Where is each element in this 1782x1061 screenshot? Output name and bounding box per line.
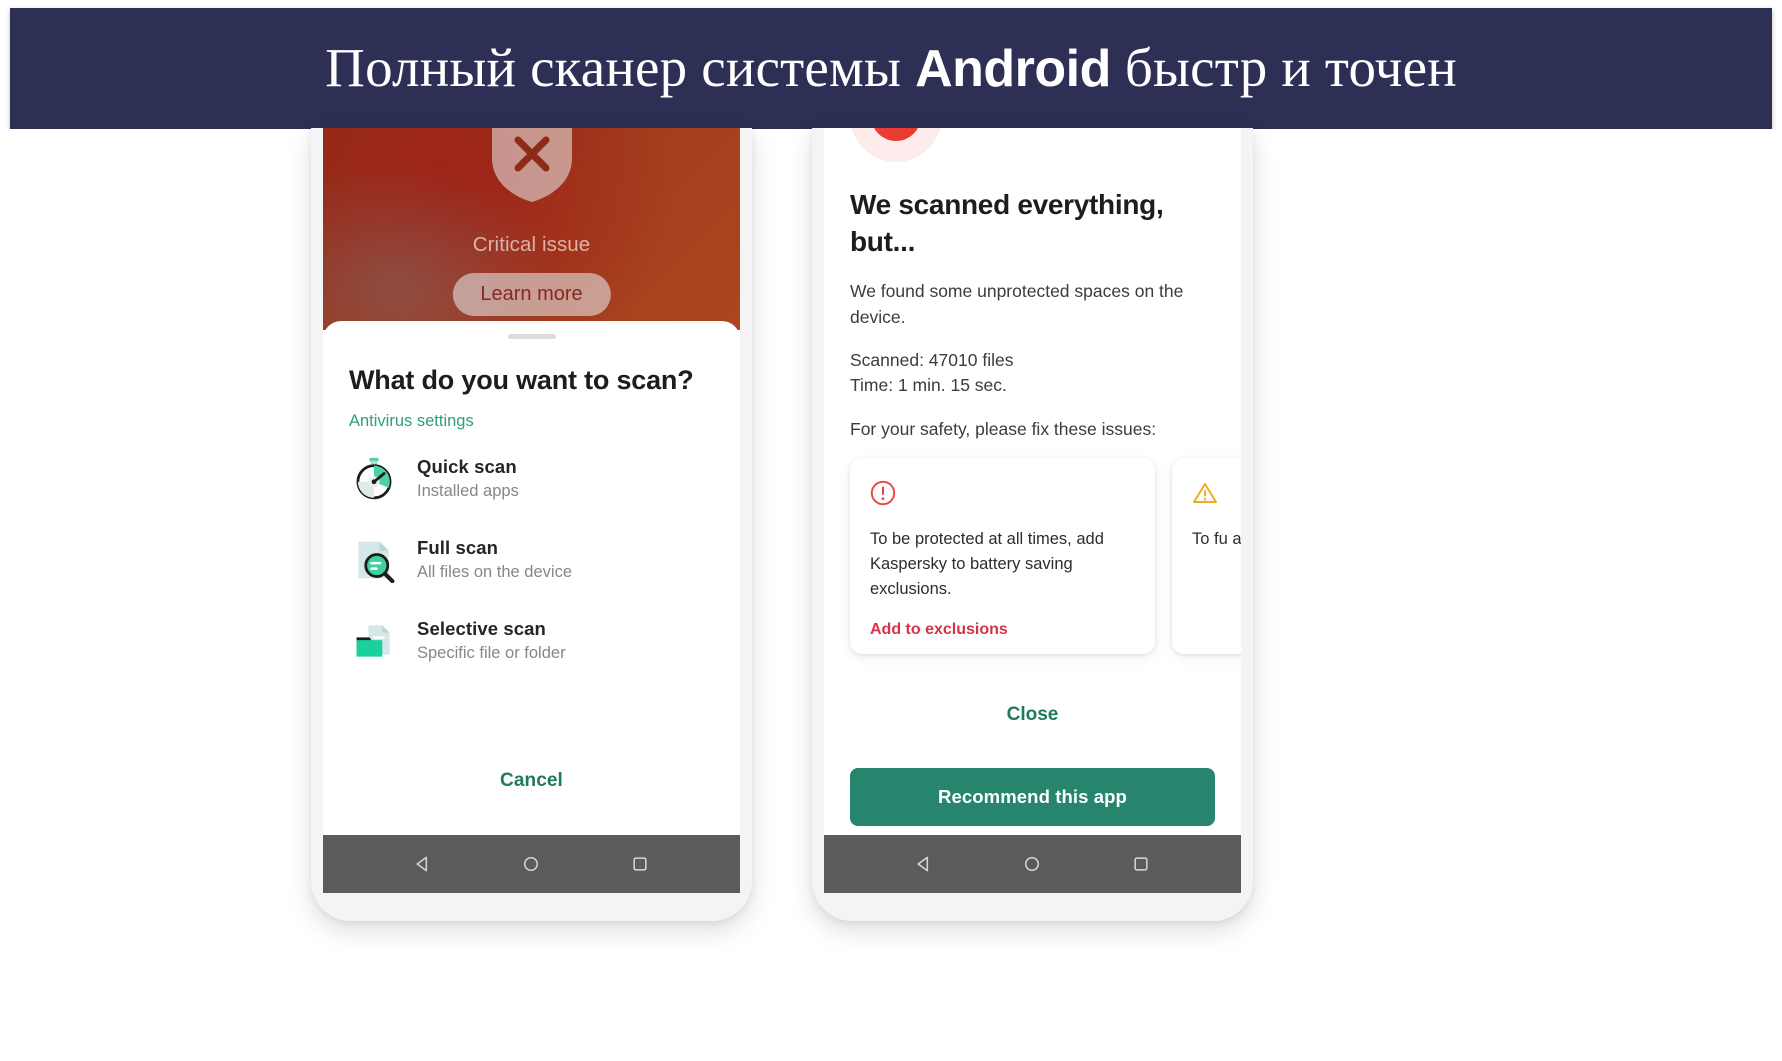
banner-text-after: быстр и точен	[1110, 37, 1457, 99]
banner-brand-android: Android	[915, 40, 1111, 99]
phone-mockup-right: ! We scanned everything, but... We found…	[812, 128, 1253, 921]
sheet-drag-handle[interactable]	[507, 334, 556, 339]
phone-screen-left: Critical issue Learn more What do you wa…	[323, 128, 740, 893]
scan-option-title: Selective scan	[417, 618, 546, 640]
circle-exclamation-icon	[870, 481, 896, 506]
stat-elapsed-time: Time: 1 min. 15 sec.	[850, 375, 1007, 396]
recents-square-icon[interactable]	[621, 845, 659, 883]
banner-text-before: Полный сканер системы	[325, 37, 916, 99]
scan-option-subtitle: All files on the device	[417, 563, 573, 582]
scan-option-text: Quick scan Installed apps	[417, 456, 519, 501]
exclamation-badge-icon: !	[850, 128, 942, 162]
android-navbar-left	[323, 835, 740, 893]
sheet-title: What do you want to scan?	[349, 365, 694, 395]
issue-card-text: To fu app r folde	[1192, 530, 1241, 549]
scan-result-screen: ! We scanned everything, but... We found…	[824, 128, 1241, 893]
warning-triangle-icon	[1193, 483, 1217, 504]
scan-option-subtitle: Installed apps	[417, 482, 519, 501]
scan-bottom-sheet: What do you want to scan? Antivirus sett…	[323, 321, 740, 893]
issue-card-text: To be protected at all times, add Kasper…	[870, 530, 1104, 599]
issue-cards-carousel[interactable]: To be protected at all times, add Kasper…	[850, 458, 1241, 658]
screenshot-stage: Critical issue Learn more What do you wa…	[0, 128, 1782, 1061]
scan-option-quick[interactable]: Quick scan Installed apps	[349, 454, 714, 504]
hero-status-area: Critical issue Learn more	[323, 128, 740, 330]
add-to-exclusions-link[interactable]: Add to exclusions	[870, 621, 1135, 639]
banner-headline: Полный сканер системы Android быстр и то…	[325, 38, 1457, 99]
recents-square-icon[interactable]	[1122, 845, 1160, 883]
phone-screen-right: ! We scanned everything, but... We found…	[824, 128, 1241, 893]
hero-status-label: Critical issue	[472, 233, 591, 256]
result-stats: Scanned: 47010 files Time: 1 min. 15 sec…	[850, 348, 1215, 398]
scan-option-subtitle: Specific file or folder	[417, 644, 566, 663]
stat-scanned-files: Scanned: 47010 files	[850, 350, 1014, 371]
shield-x-icon	[491, 128, 572, 202]
scan-option-full[interactable]: Full scan All files on the device	[349, 535, 714, 585]
close-row: Close	[824, 703, 1241, 727]
folder-document-icon	[349, 616, 399, 666]
home-circle-icon[interactable]	[512, 845, 550, 883]
scan-option-text: Selective scan Specific file or folder	[417, 618, 566, 663]
home-circle-icon[interactable]	[1013, 845, 1051, 883]
issue-card[interactable]: To be protected at all times, add Kasper…	[850, 458, 1155, 655]
cancel-row: Cancel	[323, 769, 740, 793]
result-cta-text: For your safety, please fix these issues…	[850, 418, 1157, 439]
document-magnifier-icon	[349, 535, 399, 585]
scan-option-title: Full scan	[417, 537, 499, 559]
issue-card[interactable]: To fu app r folde	[1172, 458, 1241, 655]
close-button[interactable]: Close	[1001, 703, 1065, 727]
result-description: We found some unprotected spaces on the …	[850, 281, 1184, 327]
scan-option-title: Quick scan	[417, 456, 517, 478]
cancel-button[interactable]: Cancel	[494, 769, 569, 793]
learn-more-button[interactable]: Learn more	[452, 273, 611, 316]
scan-options-list: Quick scan Installed apps Full scan All …	[349, 454, 714, 666]
badge-exclamation-glyph: !	[891, 128, 901, 130]
antivirus-settings-link[interactable]: Antivirus settings	[349, 412, 714, 431]
scan-option-text: Full scan All files on the device	[417, 537, 572, 582]
back-triangle-icon[interactable]	[905, 845, 943, 883]
recommend-this-app-button[interactable]: Recommend this app	[850, 768, 1215, 826]
scan-option-selective[interactable]: Selective scan Specific file or folder	[349, 616, 714, 666]
back-triangle-icon[interactable]	[404, 845, 442, 883]
stopwatch-icon	[349, 454, 399, 504]
android-navbar-right	[824, 835, 1241, 893]
header-banner: Полный сканер системы Android быстр и то…	[10, 8, 1772, 129]
phone-mockup-left: Critical issue Learn more What do you wa…	[311, 128, 752, 921]
